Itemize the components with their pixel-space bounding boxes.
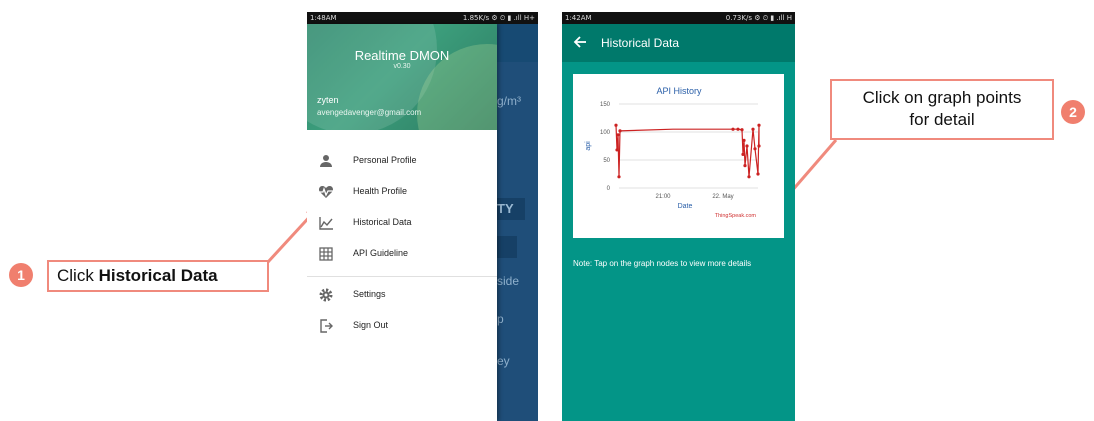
y-axis-label: api [585,141,592,151]
data-point[interactable] [736,127,740,131]
drawer-header: Realtime DMON v0.30 zyten avengedavenger… [307,24,497,130]
data-point[interactable] [731,127,735,131]
x-axis-ticks: 21:00 22. May [655,194,733,200]
menu-label: Settings [353,289,386,299]
phone-screenshot-historical: 1:42AM 0.73K/s ⚙ ⏲ ▮ .ıll H Historical D… [562,12,795,421]
menu-item-settings[interactable]: Settings [307,280,497,310]
y-tick-label: 150 [600,102,611,108]
user-name: zyten [317,95,339,105]
sign-out-icon [320,319,333,333]
data-point[interactable] [756,172,760,176]
data-point[interactable] [616,133,620,137]
background-text-2: p [497,312,504,326]
status-time: 1:48AM [310,14,337,22]
status-indicators: 0.73K/s ⚙ ⏲ ▮ .ıll H [725,13,792,22]
data-point[interactable] [745,144,749,148]
app-version: v0.30 [393,63,411,70]
menu-item-personal-profile[interactable]: Personal Profile [307,146,497,176]
data-point[interactable] [753,147,757,151]
person-icon [320,155,332,167]
menu-label: Sign Out [353,320,389,330]
app-bar: Historical Data [562,24,795,62]
y-tick-label: 0 [607,186,611,192]
background-box-2 [497,236,517,258]
api-history-chart[interactable]: API History 0 50 100 150 21:00 22. May api D… [573,74,784,238]
y-axis-ticks: 0 50 100 150 [600,102,611,192]
background-unit: g/m³ [497,94,521,108]
status-bar: 1:48AM 1.85K/s ⚙ ⏲ ▮ .ıll H+ [307,12,538,24]
status-time: 1:42AM [565,14,592,22]
chart-line-icon [319,217,333,230]
grid-icon [319,247,333,261]
menu-item-health-profile[interactable]: Health Profile [307,177,497,207]
hint-note: Note: Tap on the graph nodes to view mor… [573,259,752,268]
user-email: avengedavenger@gmail.com [317,108,422,117]
status-indicators: 1.85K/s ⚙ ⏲ ▮ .ıll H+ [462,13,535,22]
menu-item-sign-out[interactable]: Sign Out [307,311,497,341]
menu-divider [307,276,497,277]
menu-label: Health Profile [353,186,408,196]
chart-grid [619,103,758,189]
y-tick-label: 100 [600,130,611,136]
menu-label: Personal Profile [353,155,417,165]
arrow-one [266,139,838,264]
x-tick-label: 21:00 [655,194,671,200]
x-tick-label: 22. May [712,194,733,200]
data-point[interactable] [747,175,751,179]
navigation-drawer: Realtime DMON v0.30 zyten avengedavenger… [307,24,497,421]
data-point[interactable] [742,138,746,142]
x-axis-label: Date [678,203,693,210]
gear-icon [319,288,333,302]
menu-item-historical-data[interactable]: Historical Data [307,208,497,238]
data-point[interactable] [615,148,619,152]
chart-credit: ThingSpeak.com [715,213,757,219]
data-point[interactable] [614,123,618,127]
data-point[interactable] [743,164,747,168]
chart-card: API History 0 50 100 150 21:00 22. May api D… [573,74,784,238]
background-box: TY [497,198,525,220]
data-point[interactable] [751,127,755,131]
phone-screenshot-drawer: 1:48AM 1.85K/s ⚙ ⏲ ▮ .ıll H+ g/m³ TY sid… [307,12,538,421]
menu-label: Historical Data [353,217,412,227]
data-point[interactable] [757,123,761,127]
status-bar: 1:42AM 0.73K/s ⚙ ⏲ ▮ .ıll H [562,12,795,24]
background-text-1: side [497,274,520,288]
data-point[interactable] [618,129,622,133]
y-tick-label: 50 [603,158,610,164]
back-arrow-icon[interactable] [572,34,588,50]
data-point[interactable] [741,152,745,156]
menu-item-api-guideline[interactable]: API Guideline [307,239,497,269]
app-title: Realtime DMON [354,48,450,63]
menu-label: API Guideline [353,248,409,258]
data-point[interactable] [757,144,761,148]
heartbeat-icon [318,186,334,198]
page-title: Historical Data [601,36,680,50]
data-point[interactable] [740,128,744,132]
background-text-3: ey [497,354,510,368]
data-point[interactable] [617,175,621,179]
series-line [615,125,760,177]
chart-title: API History [656,86,702,96]
